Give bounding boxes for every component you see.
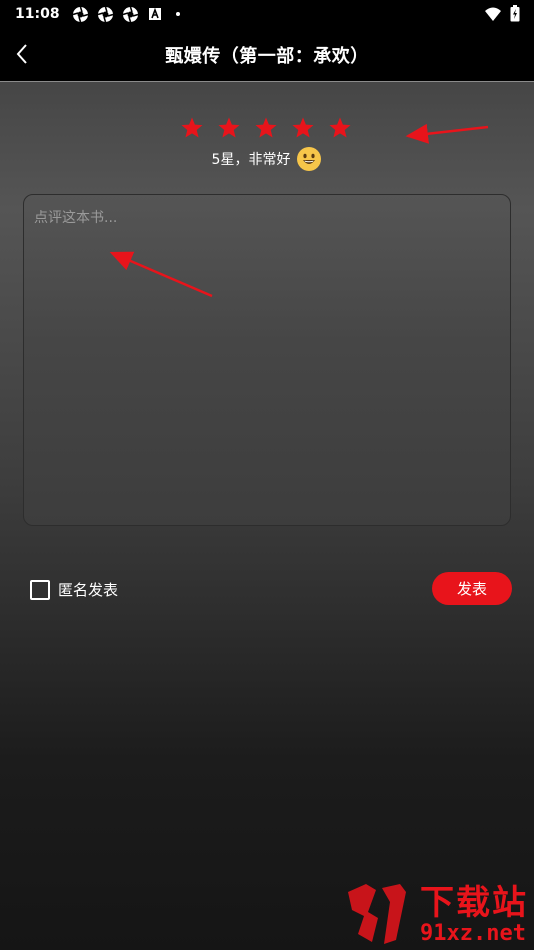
watermark-text: 下载站 — [420, 883, 528, 923]
star-rating[interactable] — [180, 116, 352, 140]
wifi-icon — [484, 6, 502, 26]
anonymous-option[interactable]: 匿名发表 — [30, 579, 118, 600]
review-input[interactable] — [24, 195, 510, 525]
app-bar: 甄嬛传（第一部：承欢） — [0, 28, 534, 82]
star-icon-2[interactable] — [217, 116, 241, 140]
battery-charging-icon — [510, 5, 520, 26]
status-time: 11:08 — [15, 6, 60, 22]
dot-icon — [175, 12, 180, 16]
rating-label: 5星，非常好 — [211, 152, 291, 168]
anonymous-label: 匿名发表 — [58, 581, 119, 599]
aperture-icon — [72, 6, 89, 23]
arrow-to-stars — [405, 123, 489, 144]
a-box-icon — [147, 6, 164, 23]
star-icon-4[interactable] — [291, 116, 315, 140]
star-icon-1[interactable] — [180, 116, 204, 140]
status-bar: 11:08 — [0, 0, 534, 28]
aperture-icon — [97, 6, 114, 23]
watermark-logo-icon — [348, 884, 406, 944]
grinning-face-icon — [297, 147, 322, 171]
rating-summary: 5星，非常好 — [0, 146, 534, 172]
publish-button[interactable]: 发表 — [432, 572, 512, 605]
status-system-icons — [484, 5, 520, 26]
aperture-icon — [122, 6, 139, 23]
watermark: 下载站 91xz.net — [344, 882, 528, 946]
star-icon-3[interactable] — [254, 116, 278, 140]
anonymous-checkbox[interactable] — [30, 579, 50, 600]
review-input-container — [23, 194, 511, 526]
watermark-url: 91xz.net — [420, 921, 526, 946]
status-notification-icons — [72, 6, 180, 23]
page-title: 甄嬛传（第一部：承欢） — [165, 46, 369, 67]
star-icon-5[interactable] — [328, 116, 352, 140]
